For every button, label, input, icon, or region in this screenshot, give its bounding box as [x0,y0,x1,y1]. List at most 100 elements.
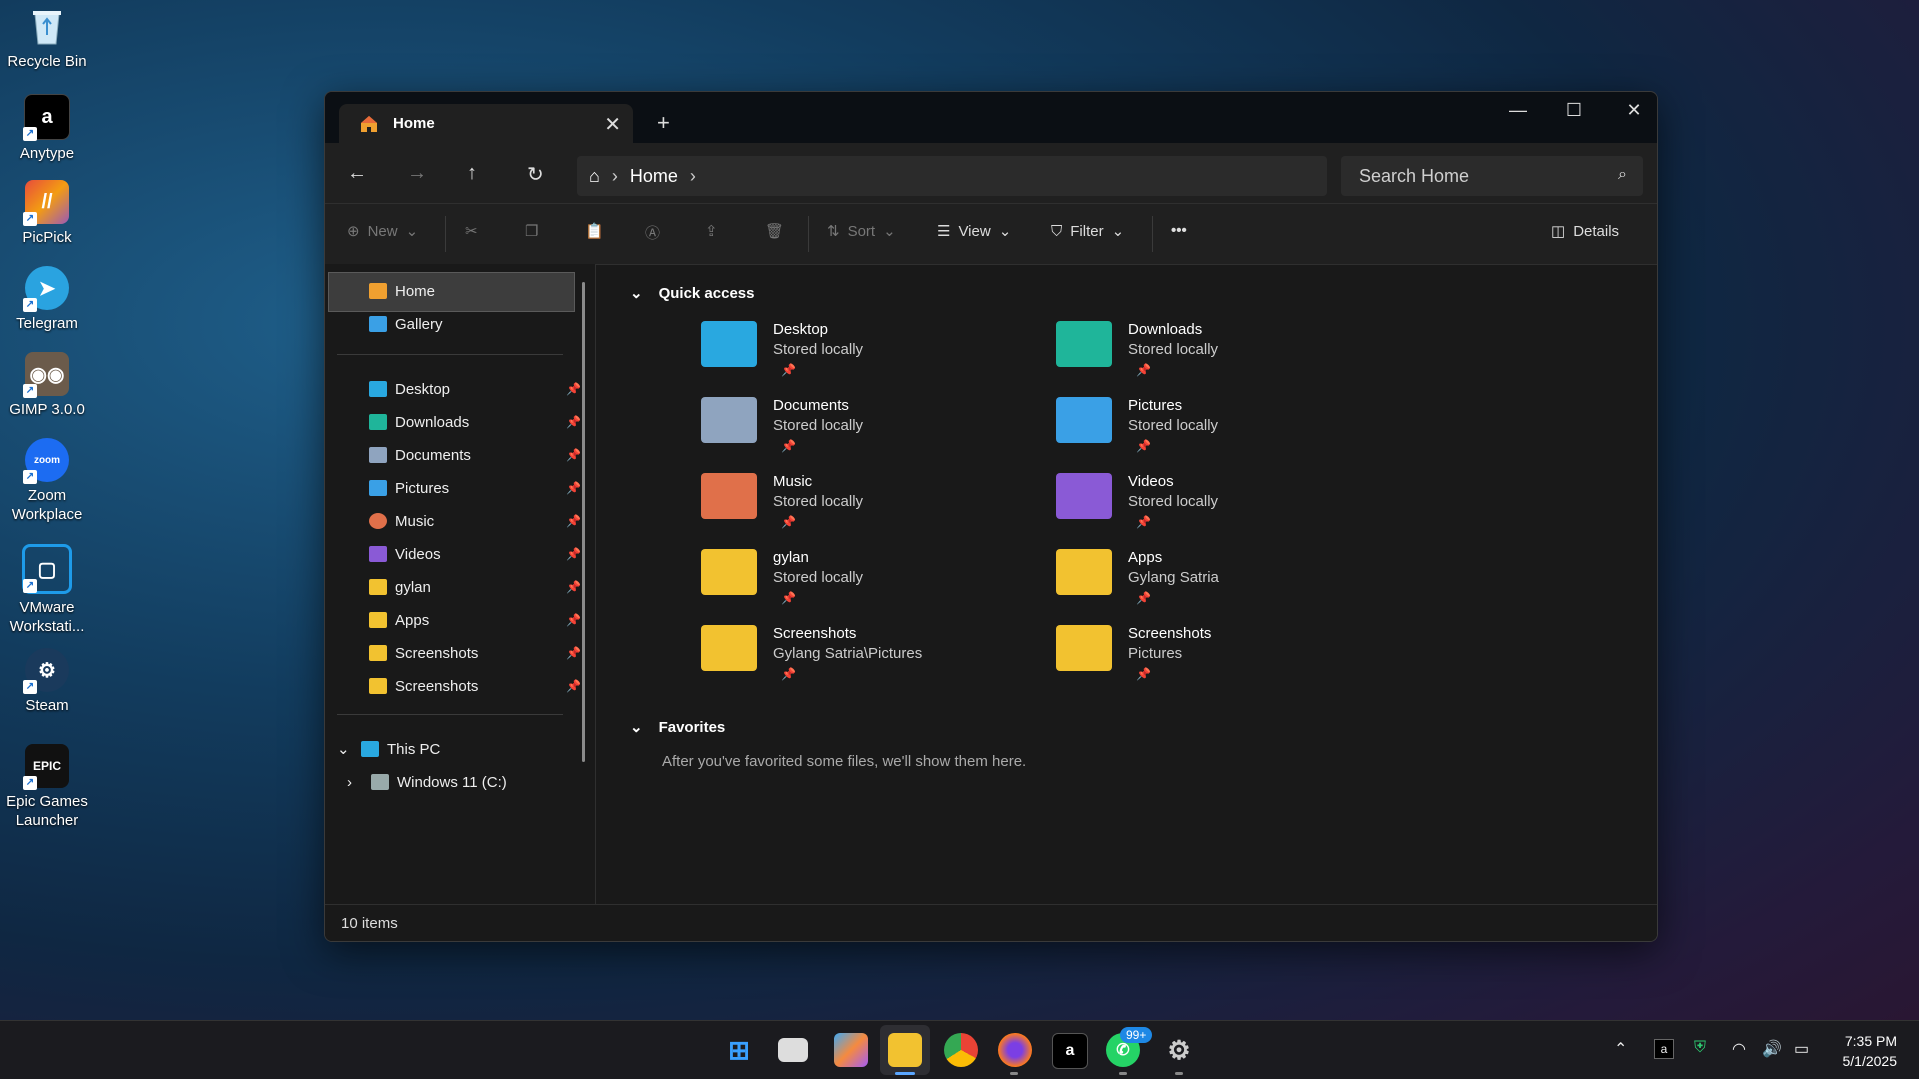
sidebar-item-pictures[interactable]: Pictures 📌 [369,471,589,505]
item-location: Stored locally [773,569,864,586]
up-arrow-icon[interactable]: ↑ [467,162,477,185]
quick-access-title: Quick access [658,284,755,302]
chevron-right-icon[interactable]: › [612,166,618,187]
sidebar-scrollbar[interactable] [582,282,585,762]
quick-access-item[interactable]: Screenshots Gylang Satria\Pictures 📌 [701,623,1031,693]
folder-icon [701,549,757,595]
sidebar-item-screenshots-2[interactable]: Screenshots 📌 [369,669,589,703]
chrome-icon[interactable] [944,1033,978,1067]
sort-button[interactable]: ⇅ Sort ⌄ [827,222,896,241]
sidebar-item-music[interactable]: Music 📌 [369,504,589,538]
filter-label: Filter [1070,222,1104,240]
favorites-header[interactable]: ⌄ Favorites [630,718,726,737]
forward-arrow-icon[interactable]: → [407,162,427,185]
desktop-icon-vmware[interactable]: ▢ ↗ VMware Workstati... [6,544,88,636]
home-breadcrumb-icon[interactable]: ⌂ [589,166,600,187]
sidebar-item-documents[interactable]: Documents 📌 [369,438,589,472]
new-tab-button[interactable]: + [657,110,670,136]
quick-access-item[interactable]: Documents Stored locally 📌 [701,395,1031,465]
minimize-button[interactable]: — [1503,100,1533,121]
copy-button[interactable]: ❐ [525,222,538,240]
clock[interactable]: 7:35 PM 5/1/2025 [1843,1031,1898,1071]
sidebar-item-drive-c[interactable]: › Windows 11 (C:) [347,765,567,799]
desktop-icon-label: Epic Games Launcher [6,793,88,829]
quick-access-item[interactable]: Videos Stored locally 📌 [1056,471,1386,541]
anytype-taskbar-icon[interactable]: a [1052,1033,1088,1069]
new-button[interactable]: ⊕ New ⌄ [347,222,418,241]
desktop-icon-zoom[interactable]: zoom ↗ Zoom Workplace [6,438,88,524]
sidebar-item-this-pc[interactable]: ⌄ This PC [337,732,557,766]
back-arrow-icon[interactable]: ← [347,162,367,185]
desktop-icon-anytype[interactable]: a ↗ Anytype [6,94,88,163]
quick-access-item[interactable]: Pictures Stored locally 📌 [1056,395,1386,465]
quick-access-item[interactable]: Apps Gylang Satria 📌 [1056,547,1386,617]
close-window-button[interactable]: ✕ [1619,100,1649,121]
task-view-icon[interactable] [778,1038,808,1062]
search-placeholder: Search Home [1359,166,1470,186]
chevron-right-icon[interactable]: › [690,166,696,187]
favorites-title: Favorites [658,718,726,736]
maximize-button[interactable]: ☐ [1559,100,1589,121]
desktop-icon-recycle-bin[interactable]: Recycle Bin [6,4,88,71]
wifi-icon[interactable]: ◠ [1732,1039,1746,1059]
rename-button[interactable]: Ⓐ [645,222,660,243]
desktop-icon-steam[interactable]: ⚙ ↗ Steam [6,648,88,715]
view-button[interactable]: ☰ View ⌄ [937,222,1011,241]
search-input[interactable]: Search Home ⌕ [1341,156,1643,196]
navigation-bar: ← → ↑ ↻ ⌂ › Home › Search Home ⌕ [325,143,1657,203]
security-shield-icon[interactable]: ⛨ [1694,1039,1706,1057]
desktop-icon-epic-games[interactable]: EPIC ↗ Epic Games Launcher [6,744,88,830]
sidebar-item-gylan[interactable]: gylan 📌 [369,570,589,604]
gimp-icon: ◉◉ ↗ [23,352,69,398]
sidebar-item-gallery[interactable]: Gallery [369,307,589,341]
sidebar-item-desktop[interactable]: Desktop 📌 [369,372,589,406]
address-bar[interactable]: ⌂ › Home › [577,156,1327,196]
cut-button[interactable]: ✂ [465,222,478,240]
quick-access-item[interactable]: Screenshots Pictures 📌 [1056,623,1386,693]
breadcrumb-home[interactable]: Home [630,166,678,187]
battery-icon[interactable]: ▭ [1794,1039,1809,1059]
chevron-down-icon: ⌄ [337,741,350,758]
start-button[interactable]: ⊞ [722,1033,756,1067]
sidebar-item-screenshots[interactable]: Screenshots 📌 [369,636,589,670]
pin-icon: 📌 [1136,439,1151,453]
quick-access-item[interactable]: Music Stored locally 📌 [701,471,1031,541]
quick-access-header[interactable]: ⌄ Quick access [630,284,755,303]
desktop-icon-picpick[interactable]: //↗ PicPick [6,180,88,247]
quick-access-item[interactable]: Downloads Stored locally 📌 [1056,319,1386,389]
filter-button[interactable]: ⛉ Filter ⌄ [1051,222,1124,241]
sidebar-item-label: Apps [395,611,430,629]
copilot-icon[interactable] [834,1033,868,1067]
close-tab-icon[interactable]: ✕ [604,112,621,137]
desktop-icon-gimp[interactable]: ◉◉ ↗ GIMP 3.0.0 [6,352,88,419]
share-button[interactable]: ⇪ [705,222,718,240]
anytype-tray-icon[interactable]: a [1654,1039,1674,1059]
sidebar-item-downloads[interactable]: Downloads 📌 [369,405,589,439]
pin-icon: 📌 [566,646,581,660]
chevron-up-icon[interactable]: ⌃ [1614,1039,1627,1059]
item-location: Gylang Satria [1128,569,1219,586]
sidebar-item-apps[interactable]: Apps 📌 [369,603,589,637]
quick-access-item[interactable]: Desktop Stored locally 📌 [701,319,1031,389]
sidebar-item-home[interactable]: Home [369,274,589,308]
paste-button[interactable]: 📋 [585,222,604,240]
quick-access-item[interactable]: gylan Stored locally 📌 [701,547,1031,617]
more-options-button[interactable]: ••• [1171,222,1187,239]
pin-icon: 📌 [1136,667,1151,681]
desktop-icon-telegram[interactable]: ➤ ↗ Telegram [6,266,88,333]
firefox-icon[interactable] [998,1033,1032,1067]
delete-button[interactable]: 🗑 [765,222,784,240]
item-name: Videos [1128,473,1174,490]
drive-icon [371,774,389,790]
file-explorer-taskbar-icon[interactable] [888,1033,922,1067]
desktop-icon-label: Zoom Workplace [11,487,83,523]
details-button[interactable]: ◫ Details [1551,222,1619,241]
folder-icon [1056,397,1112,443]
refresh-icon[interactable]: ↻ [527,162,544,187]
pin-icon: 📌 [781,667,796,681]
volume-icon[interactable]: 🔊 [1762,1039,1782,1059]
sidebar-item-videos[interactable]: Videos 📌 [369,537,589,571]
settings-gear-icon[interactable]: ⚙ [1162,1033,1196,1067]
sidebar-item-label: gylan [395,578,431,596]
tab-home[interactable]: Home ✕ [339,104,633,143]
